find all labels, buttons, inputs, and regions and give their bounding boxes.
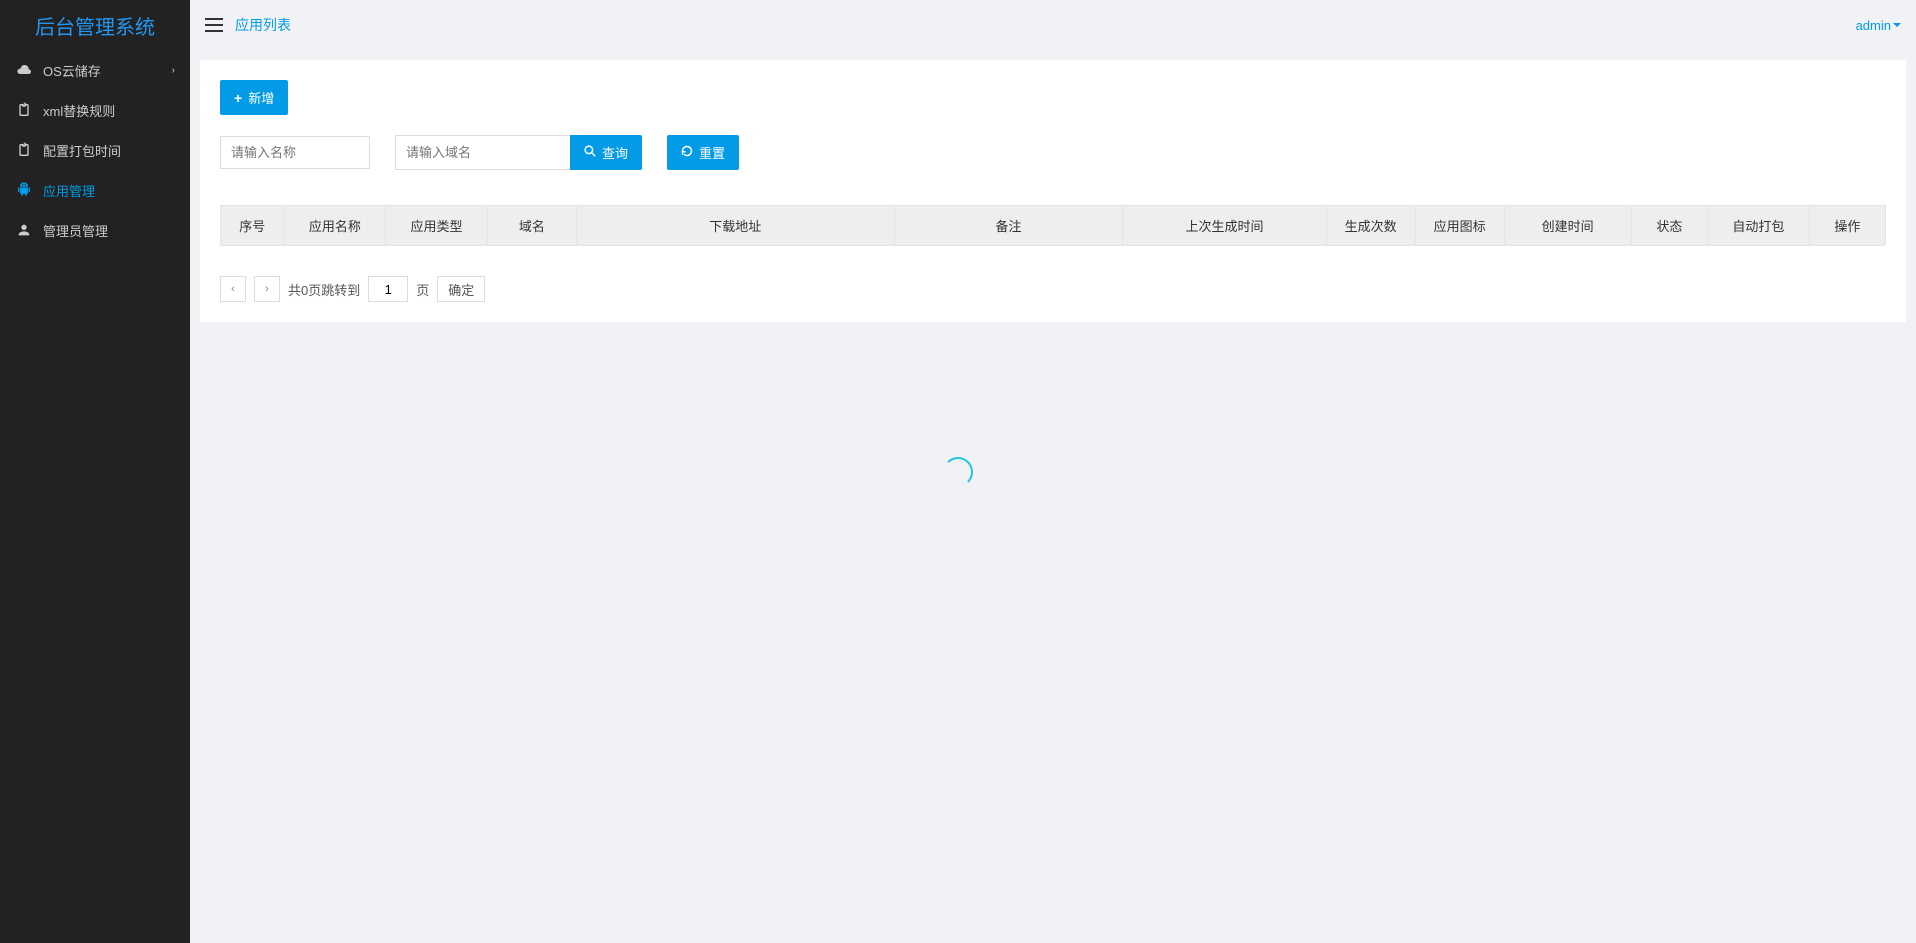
table-header: 应用类型 xyxy=(386,206,488,246)
sidebar-item-0[interactable]: OS云储存 › xyxy=(0,50,190,90)
clipboard-icon xyxy=(15,101,33,119)
pagination: ‹ › 共0页跳转到 页 确定 xyxy=(220,276,1886,302)
add-button[interactable]: + 新增 xyxy=(220,80,288,115)
data-table: 序号应用名称应用类型域名下载地址备注上次生成时间生成次数应用图标创建时间状态自动… xyxy=(220,205,1886,246)
clipboard-icon xyxy=(15,141,33,159)
main-area: 应用列表 admin + 新增 xyxy=(190,0,1916,943)
table-header: 生成次数 xyxy=(1326,206,1415,246)
search-button-label: 查询 xyxy=(602,143,628,162)
domain-search-group: 查询 xyxy=(395,135,642,170)
page-input[interactable] xyxy=(368,276,408,302)
android-icon xyxy=(15,181,33,199)
header: 应用列表 admin xyxy=(190,0,1916,50)
brand-logo: 后台管理系统 xyxy=(0,0,190,50)
sidebar-item-label: 管理员管理 xyxy=(43,221,108,240)
pagination-total: 共0页跳转到 xyxy=(288,280,360,299)
toolbar: + 新增 xyxy=(220,80,1886,115)
user-name: admin xyxy=(1856,18,1891,33)
sidebar-item-label: 配置打包时间 xyxy=(43,141,121,160)
cloud-icon xyxy=(15,61,33,79)
search-icon xyxy=(584,145,596,160)
add-button-label: 新增 xyxy=(248,88,274,107)
page-title: 应用列表 xyxy=(235,15,291,35)
chevron-down-icon xyxy=(1893,23,1901,27)
user-icon xyxy=(15,221,33,239)
table-header: 下载地址 xyxy=(576,206,894,246)
menu-toggle-icon[interactable] xyxy=(205,18,223,32)
reset-button-label: 重置 xyxy=(699,143,725,162)
sidebar-item-2[interactable]: 配置打包时间 xyxy=(0,130,190,170)
sidebar-item-label: 应用管理 xyxy=(43,181,95,200)
table-header: 上次生成时间 xyxy=(1123,206,1326,246)
table-header: 序号 xyxy=(221,206,285,246)
next-page-button[interactable]: › xyxy=(254,276,280,302)
table-header: 状态 xyxy=(1631,206,1707,246)
refresh-icon xyxy=(681,145,693,160)
page-suffix: 页 xyxy=(416,280,429,299)
user-menu[interactable]: admin xyxy=(1856,18,1901,33)
table-header: 自动打包 xyxy=(1707,206,1809,246)
table-header: 应用图标 xyxy=(1415,206,1504,246)
filter-row: 查询 重置 xyxy=(220,135,1886,170)
search-button[interactable]: 查询 xyxy=(570,135,642,170)
table-header: 创建时间 xyxy=(1504,206,1631,246)
sidebar-item-label: OS云储存 xyxy=(43,61,101,80)
page-confirm-button[interactable]: 确定 xyxy=(437,276,485,302)
sidebar-item-1[interactable]: xml替换规则 xyxy=(0,90,190,130)
sidebar: 后台管理系统 OS云储存 › xml替换规则配置打包时间应用管理管理员管理 xyxy=(0,0,190,943)
chevron-right-icon: › xyxy=(172,65,175,76)
name-input[interactable] xyxy=(220,136,370,169)
table-header: 应用名称 xyxy=(284,206,386,246)
content: + 新增 查询 xyxy=(190,50,1916,943)
sidebar-item-4[interactable]: 管理员管理 xyxy=(0,210,190,250)
table-header: 操作 xyxy=(1809,206,1885,246)
card: + 新增 查询 xyxy=(200,60,1906,322)
plus-icon: + xyxy=(234,90,242,106)
prev-page-button[interactable]: ‹ xyxy=(220,276,246,302)
table-header: 备注 xyxy=(894,206,1123,246)
sidebar-item-label: xml替换规则 xyxy=(43,101,115,120)
table-header: 域名 xyxy=(487,206,576,246)
domain-input[interactable] xyxy=(395,135,570,170)
reset-button[interactable]: 重置 xyxy=(667,135,739,170)
sidebar-item-3[interactable]: 应用管理 xyxy=(0,170,190,210)
